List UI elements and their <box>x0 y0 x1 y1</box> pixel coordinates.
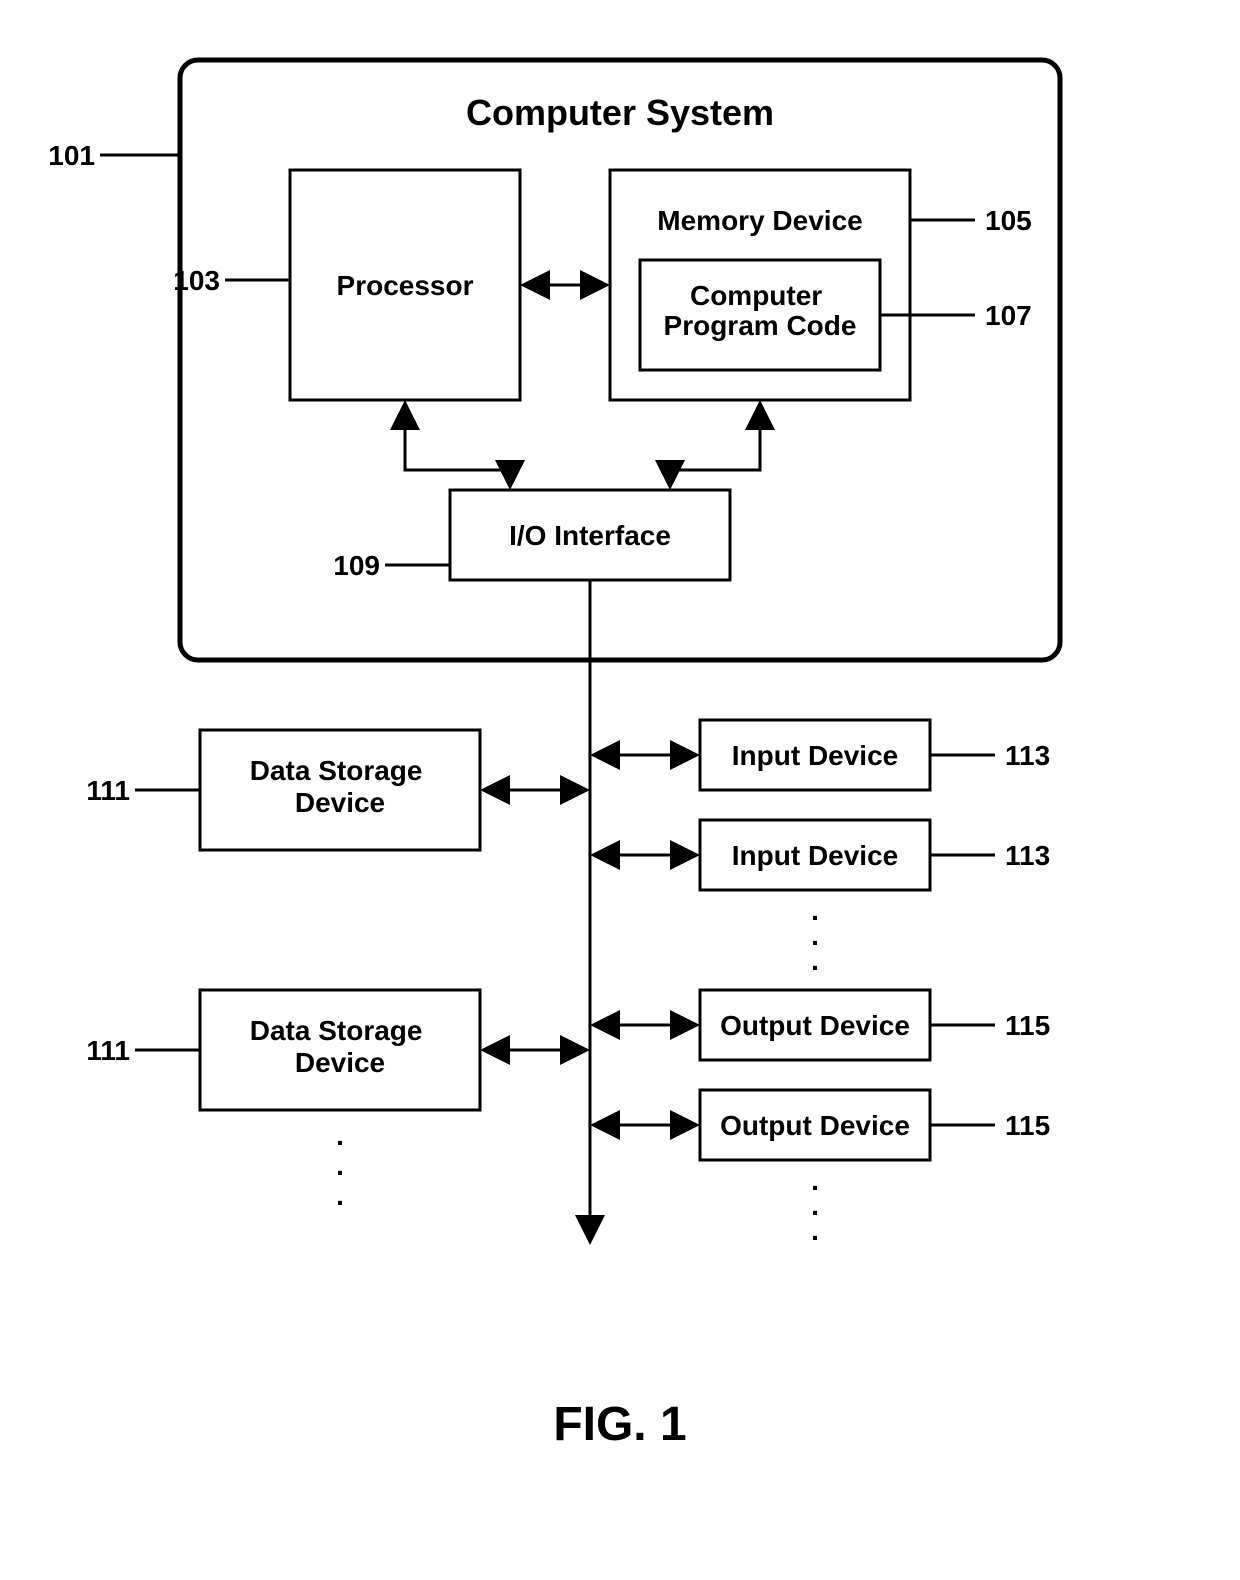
svg-text:.: . <box>336 1180 344 1211</box>
input-label-2: Input Device <box>732 840 898 871</box>
ellipsis-storage: . <box>336 1120 344 1151</box>
svg-text:Data Storage Device: Data Storage Device <box>250 1015 431 1078</box>
arrow-processor-io <box>405 405 510 485</box>
input-label-1: Input Device <box>732 740 898 771</box>
program-label-line1: Computer <box>690 280 822 311</box>
output-label-2: Output Device <box>720 1110 910 1141</box>
io-label: I/O Interface <box>509 520 671 551</box>
svg-text:.: . <box>811 1215 819 1246</box>
ref-103: 103 <box>173 265 220 296</box>
program-label-line2: Program Code <box>664 310 857 341</box>
processor-label: Processor <box>337 270 474 301</box>
ref-113-a: 113 <box>1005 740 1050 771</box>
ref-115-a: 115 <box>1005 1010 1050 1041</box>
ref-111-b: 111 <box>86 1035 130 1066</box>
svg-text:Data Storage Device: Data Storage Device <box>250 755 431 818</box>
svg-text:.: . <box>336 1150 344 1181</box>
system-title: Computer System <box>466 92 774 133</box>
figure-caption: FIG. 1 <box>553 1398 686 1451</box>
ref-101: 101 <box>48 140 95 171</box>
diagram-figure: Computer System 101 Processor 103 Memory… <box>0 0 1240 1580</box>
output-label-1: Output Device <box>720 1010 910 1041</box>
svg-text:.: . <box>811 945 819 976</box>
ref-113-b: 113 <box>1005 840 1050 871</box>
ref-115-b: 115 <box>1005 1110 1050 1141</box>
ref-105: 105 <box>985 205 1032 236</box>
arrow-memory-io <box>670 405 760 485</box>
ref-111-a: 111 <box>86 775 130 806</box>
ref-107: 107 <box>985 300 1032 331</box>
computer-system-box <box>180 60 1060 660</box>
memory-label: Memory Device <box>657 205 862 236</box>
svg-text:Computer Program Code: Computer Program Code <box>664 280 857 341</box>
ref-109: 109 <box>333 550 380 581</box>
